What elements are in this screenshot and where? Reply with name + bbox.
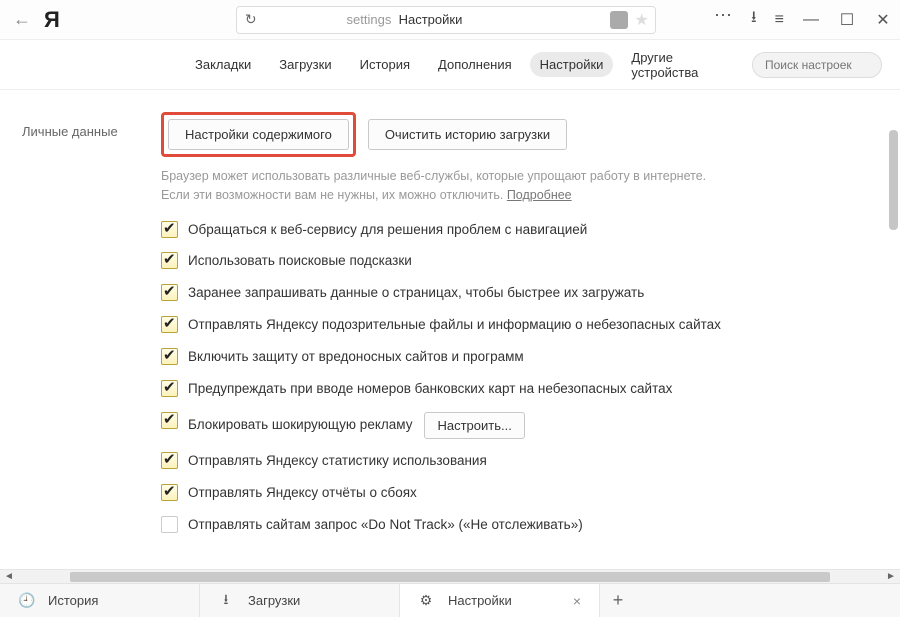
checkbox-icon[interactable] [161, 452, 178, 469]
option-row[interactable]: Отправлять сайтам запрос «Do Not Track» … [161, 516, 870, 535]
tab-bar: 🕘 История ⭳ Загрузки ⚙ Настройки × + [0, 583, 900, 617]
option-row[interactable]: Обращаться к веб-сервису для решения про… [161, 221, 870, 240]
scroll-right-icon[interactable]: ► [882, 570, 900, 584]
history-icon: 🕘 [18, 592, 34, 609]
protect-icon[interactable] [610, 11, 628, 29]
checkbox-icon[interactable] [161, 516, 178, 533]
address-bar[interactable]: ↻ settings Настройки ★ [236, 6, 656, 34]
option-label: Отправлять Яндексу отчёты о сбоях [188, 484, 417, 503]
checkbox-icon[interactable] [161, 284, 178, 301]
more-icon[interactable]: ⋯ [714, 5, 733, 26]
content-settings-highlight: Настройки содержимого [161, 112, 356, 157]
nav-bookmarks[interactable]: Закладки [185, 52, 261, 77]
option-row[interactable]: Предупреждать при вводе номеров банковск… [161, 380, 870, 399]
yandex-logo[interactable]: Я [44, 7, 60, 33]
menu-icon[interactable]: ≡ [775, 11, 784, 29]
learn-more-link[interactable]: Подробнее [507, 188, 572, 202]
nav-downloads[interactable]: Загрузки [269, 52, 341, 77]
gear-icon: ⚙ [418, 592, 434, 609]
tab-history[interactable]: 🕘 История [0, 584, 200, 617]
content-settings-button[interactable]: Настройки содержимого [168, 119, 349, 150]
reload-icon[interactable]: ↻ [245, 11, 257, 28]
tab-label: Загрузки [248, 593, 300, 608]
option-label: Обращаться к веб-сервису для решения про… [188, 221, 587, 240]
address-title: Настройки [399, 12, 463, 27]
option-row[interactable]: Отправлять Яндексу статистику использова… [161, 452, 870, 471]
options-list: Обращаться к веб-сервису для решения про… [161, 221, 870, 535]
scroll-thumb[interactable] [70, 572, 830, 582]
search-settings-input[interactable] [752, 52, 882, 78]
nav-other-devices[interactable]: Другие устройства [621, 45, 744, 85]
hint-line2: Если эти возможности вам не нужны, их мо… [161, 188, 503, 202]
configure-ads-button[interactable]: Настроить... [424, 412, 524, 439]
checkbox-icon[interactable] [161, 252, 178, 269]
scroll-left-icon[interactable]: ◄ [0, 570, 18, 584]
option-label: Заранее запрашивать данные о страницах, … [188, 284, 644, 303]
checkbox-icon[interactable] [161, 380, 178, 397]
option-label: Отправлять сайтам запрос «Do Not Track» … [188, 516, 583, 535]
horizontal-scrollbar[interactable]: ◄ ► [0, 569, 900, 583]
close-tab-icon[interactable]: × [573, 593, 581, 609]
nav-addons[interactable]: Дополнения [428, 52, 522, 77]
checkbox-icon[interactable] [161, 484, 178, 501]
nav-settings[interactable]: Настройки [530, 52, 614, 77]
settings-nav: Закладки Загрузки История Дополнения Нас… [0, 40, 900, 90]
tab-downloads[interactable]: ⭳ Загрузки [200, 584, 400, 617]
downloads-icon[interactable]: ⭳ [751, 6, 757, 33]
option-label: Использовать поисковые подсказки [188, 252, 412, 271]
checkbox-icon[interactable] [161, 412, 178, 429]
nav-history[interactable]: История [350, 52, 420, 77]
hint-line1: Браузер может использовать различные веб… [161, 169, 706, 183]
option-label: Отправлять Яндексу статистику использова… [188, 452, 487, 471]
option-row[interactable]: Отправлять Яндексу подозрительные файлы … [161, 316, 870, 335]
tab-label: Настройки [448, 593, 512, 608]
checkbox-icon[interactable] [161, 316, 178, 333]
back-button[interactable]: ← [8, 6, 36, 34]
option-label: Включить защиту от вредоносных сайтов и … [188, 348, 524, 367]
download-icon: ⭳ [218, 589, 234, 613]
option-row[interactable]: Заранее запрашивать данные о страницах, … [161, 284, 870, 303]
option-row[interactable]: Отправлять Яндексу отчёты о сбоях [161, 484, 870, 503]
minimize-button[interactable]: — [802, 11, 820, 29]
new-tab-button[interactable]: + [600, 584, 636, 617]
tab-settings[interactable]: ⚙ Настройки × [400, 584, 600, 617]
vertical-scrollbar[interactable] [889, 130, 898, 230]
option-label: Предупреждать при вводе номеров банковск… [188, 380, 672, 399]
tab-label: История [48, 593, 98, 608]
main-content: Личные данные Настройки содержимого Очис… [0, 90, 900, 569]
maximize-button[interactable]: ☐ [838, 10, 856, 30]
checkbox-icon[interactable] [161, 221, 178, 238]
option-row[interactable]: Блокировать шокирующую рекламу Настроить… [161, 412, 870, 439]
option-label: Отправлять Яндексу подозрительные файлы … [188, 316, 721, 335]
option-row[interactable]: Использовать поисковые подсказки [161, 252, 870, 271]
bookmark-star-icon[interactable]: ★ [634, 10, 648, 30]
option-row[interactable]: Включить защиту от вредоносных сайтов и … [161, 348, 870, 367]
address-prefix: settings [347, 12, 392, 27]
titlebar: ← Я ↻ settings Настройки ★ ⋯ ⭳ ≡ — ☐ ✕ [0, 0, 900, 40]
option-label: Блокировать шокирующую рекламу [188, 416, 412, 435]
web-services-hint: Браузер может использовать различные веб… [161, 167, 870, 205]
section-title: Личные данные [0, 90, 155, 569]
close-button[interactable]: ✕ [874, 10, 892, 30]
checkbox-icon[interactable] [161, 348, 178, 365]
clear-history-button[interactable]: Очистить историю загрузки [368, 119, 567, 150]
address-text: settings Настройки [347, 12, 463, 27]
